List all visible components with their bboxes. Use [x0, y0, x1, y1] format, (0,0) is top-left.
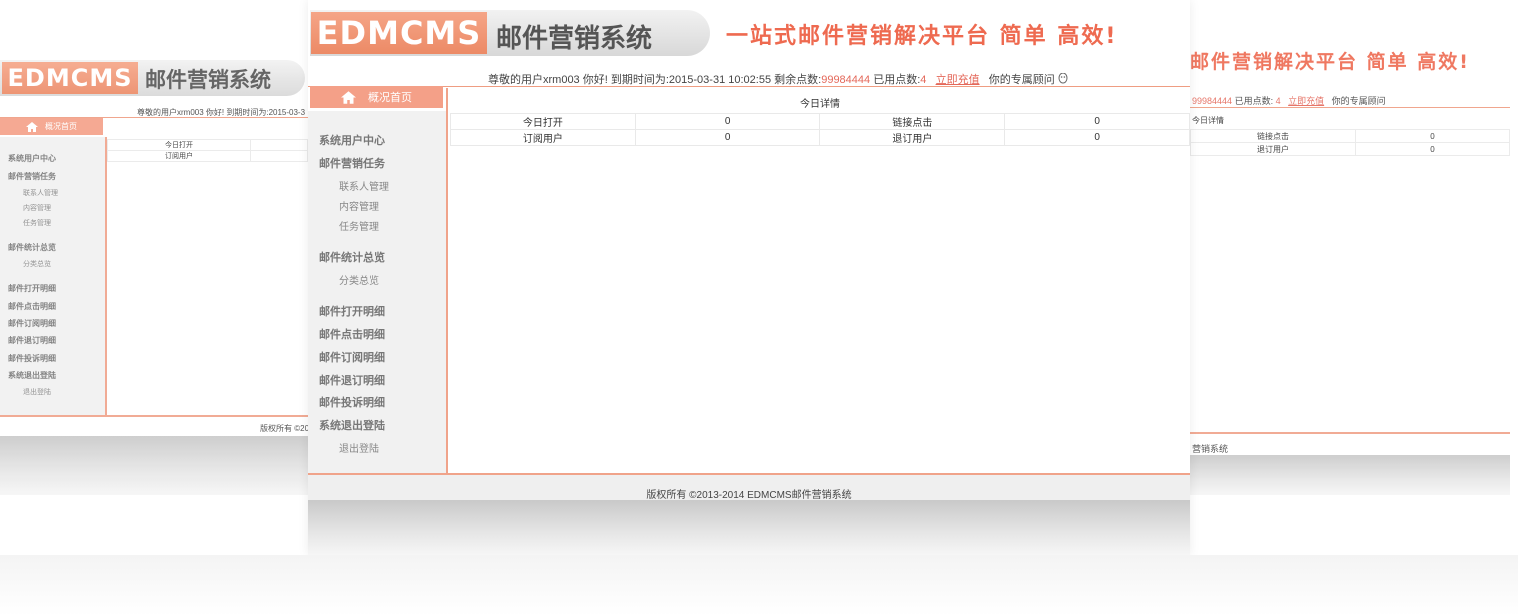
- divider: [1190, 107, 1510, 108]
- logo-edm-text: EDMCMS: [311, 12, 487, 54]
- table-cell: 订阅用户: [450, 129, 636, 146]
- footer-copyright: 营销系统: [1192, 444, 1229, 454]
- advisor-label: 你的专属顾问: [988, 74, 1055, 86]
- greeting: 尊敬的用户xrm003 你好!: [488, 74, 608, 86]
- advisor-label: 你的专属顾问: [1331, 96, 1386, 106]
- qq-penguin-icon[interactable]: [1058, 72, 1068, 84]
- nav-item-content[interactable]: 内容管理: [339, 198, 379, 213]
- nav-section[interactable]: 邮件投诉明细: [8, 353, 56, 364]
- footer-line: [0, 415, 308, 417]
- nav-section-tasks[interactable]: 邮件营销任务: [319, 155, 385, 171]
- sidebar: 系统用户中心 邮件营销任务 联系人管理 内容管理 任务管理 邮件统计总览 分类总…: [308, 111, 448, 473]
- nav-item-category-overview[interactable]: 分类总览: [339, 272, 379, 287]
- table-row: 订阅用户 0 退订用户 0: [450, 129, 1190, 146]
- nav-section[interactable]: 系统用户中心: [8, 153, 56, 164]
- table-cell: 今日打开: [107, 139, 251, 151]
- nav-section[interactable]: 系统退出登陆: [8, 370, 56, 381]
- footer-band: [0, 436, 308, 495]
- nav-home-tab[interactable]: 概况首页: [310, 86, 443, 108]
- table-cell: 0: [1004, 113, 1190, 130]
- table-cell: 0: [1355, 129, 1510, 143]
- nav-section[interactable]: 邮件订阅明细: [8, 318, 56, 329]
- recharge-link[interactable]: 立即充值: [936, 74, 980, 86]
- today-table: 今日打开 订阅用户: [107, 139, 308, 162]
- table-cell: 链接点击: [819, 113, 1006, 130]
- table-cell: [250, 139, 308, 151]
- remaining-points: 99984444: [821, 74, 871, 86]
- info-bar: 尊敬的用户xrm003 你好! 到期时间为:2015-03-31 10:02:5…: [488, 71, 1068, 87]
- home-tab-label: 概况首页: [368, 92, 412, 104]
- nav-section[interactable]: 邮件点击明细: [8, 301, 56, 312]
- footer-copyright: 版权所有 ©2013-2014 EDMCMS邮件营销系统: [646, 490, 852, 501]
- table-cell: 0: [1355, 142, 1510, 156]
- content-area: 今日详情 今日打开 0 链接点击 0 订阅用户 0 退订用户 0: [450, 88, 1190, 473]
- background-screenshot-right: 邮件营销解决平台 简单 高效! 99984444 已用点数: 4 立即充值 你的…: [1190, 35, 1510, 495]
- logo-cn-text: 邮件营销系统: [496, 24, 653, 54]
- home-icon: [341, 90, 356, 104]
- slogan: 邮件营销解决平台 简单 高效!: [1190, 51, 1470, 73]
- used-points: 4: [920, 74, 927, 86]
- today-title: 今日详情: [800, 99, 840, 110]
- nav-item-contacts[interactable]: 联系人管理: [339, 178, 389, 193]
- table-cell: 0: [634, 129, 821, 146]
- nav-section[interactable]: 邮件退订明细: [8, 335, 56, 346]
- table-cell: 订阅用户: [107, 150, 251, 162]
- nav-section-stats[interactable]: 邮件统计总览: [319, 249, 385, 265]
- nav-section[interactable]: 邮件营销任务: [8, 171, 56, 182]
- nav-section-opens[interactable]: 邮件打开明细: [319, 303, 385, 319]
- nav-section-logout[interactable]: 系统退出登陆: [319, 417, 385, 433]
- footer-band: [1190, 455, 1510, 495]
- table-cell: [250, 150, 308, 162]
- reflection: [0, 555, 1518, 616]
- remaining-points: 99984444: [1192, 96, 1233, 106]
- nav-item[interactable]: 退出登陆: [23, 387, 51, 397]
- logo-cn-text: 邮件营销系统: [145, 68, 271, 92]
- remaining-label: 剩余点数:: [774, 74, 822, 86]
- nav-section-unsubscribes[interactable]: 邮件退订明细: [319, 372, 385, 388]
- nav-item-task-manage[interactable]: 任务管理: [339, 218, 379, 233]
- nav-home-tab[interactable]: 概况首页: [0, 118, 103, 135]
- used-label: 已用点数:: [1234, 96, 1274, 106]
- main-window: EDMCMS 邮件营销系统 一站式邮件营销解决平台 简单 高效! 尊敬的用户xr…: [308, 0, 1190, 555]
- nav-section-complaints[interactable]: 邮件投诉明细: [319, 394, 385, 410]
- table-row: 今日打开 0 链接点击 0: [450, 113, 1190, 130]
- table-cell: 链接点击: [1190, 129, 1356, 143]
- expiry-label: 到期时间为:: [610, 74, 669, 86]
- table-cell: 退订用户: [1190, 142, 1356, 156]
- nav-item[interactable]: 分类总览: [23, 259, 51, 269]
- used-points: 4: [1275, 96, 1281, 106]
- used-label: 已用点数:: [873, 74, 921, 86]
- expiry-value: 2015-03-31 10:02:55: [668, 74, 772, 86]
- footer-copyright: 版权所有 ©20: [260, 424, 308, 433]
- footer-gray-fade: [308, 500, 1190, 555]
- nav-section[interactable]: 邮件打开明细: [8, 283, 56, 294]
- table-cell: 0: [634, 113, 821, 130]
- nav-section-user-center[interactable]: 系统用户中心: [319, 132, 385, 148]
- logo-edm-text: EDMCMS: [2, 62, 138, 94]
- recharge-link[interactable]: 立即充值: [1288, 96, 1324, 106]
- sidebar: 系统用户中心 邮件营销任务 联系人管理 内容管理 任务管理 邮件统计总览 分类总…: [0, 137, 107, 415]
- nav-item[interactable]: 内容管理: [23, 203, 51, 213]
- today-table: 链接点击 0 退订用户 0: [1190, 129, 1510, 156]
- home-tab-label: 概况首页: [45, 122, 77, 131]
- table-cell: 0: [1004, 129, 1190, 146]
- table-cell: 退订用户: [819, 129, 1006, 146]
- today-title: 今日详情: [1192, 116, 1224, 125]
- nav-section-subscribes[interactable]: 邮件订阅明细: [319, 349, 385, 365]
- sidebar-divider: [446, 88, 448, 473]
- info-bar: 99984444 已用点数: 4 立即充值 你的专属顾问: [1192, 94, 1386, 107]
- table-cell: 今日打开: [450, 113, 636, 130]
- today-table: 今日打开 0 链接点击 0 订阅用户 0 退订用户 0: [450, 113, 1190, 146]
- nav-item[interactable]: 任务管理: [23, 218, 51, 228]
- home-icon: [26, 121, 38, 132]
- nav-item-logout[interactable]: 退出登陆: [339, 440, 379, 455]
- footer-line: [1190, 432, 1510, 434]
- nav-item[interactable]: 联系人管理: [23, 188, 58, 198]
- nav-section[interactable]: 邮件统计总览: [8, 242, 56, 253]
- background-screenshot-left: EDMCMS 邮件营销系统 尊敬的用户xrm003 你好! 到期时间为:2015…: [0, 55, 308, 495]
- slogan: 一站式邮件营销解决平台 简单 高效!: [726, 24, 1118, 49]
- nav-section-clicks[interactable]: 邮件点击明细: [319, 326, 385, 342]
